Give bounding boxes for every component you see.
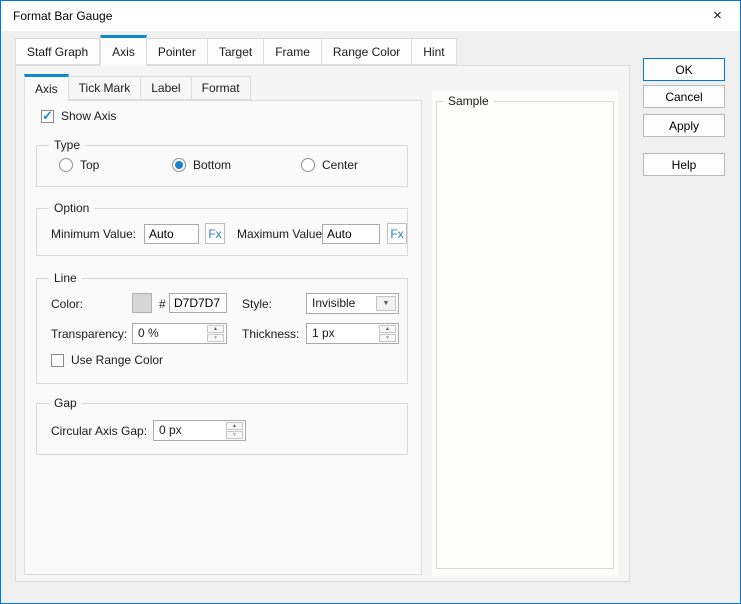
thickness-label: Thickness: <box>242 327 300 341</box>
tab-pointer[interactable]: Pointer <box>146 38 208 65</box>
subtab-tick-mark[interactable]: Tick Mark <box>68 76 142 100</box>
maximum-value-input[interactable] <box>322 224 380 244</box>
show-axis-checkbox[interactable]: ✓ Show Axis <box>41 107 117 123</box>
spin-down-icon[interactable]: ▼ <box>207 334 224 342</box>
option-group: Option Minimum Value: Fx Maximum Value: … <box>36 201 408 256</box>
sample-group-label: Sample <box>443 94 494 108</box>
sample-group: Sample <box>436 94 614 569</box>
dropdown-arrow-icon[interactable]: ▼ <box>376 296 396 311</box>
titlebar: Format Bar Gauge × <box>1 1 740 31</box>
help-button[interactable]: Help <box>643 153 725 176</box>
gap-group-label: Gap <box>49 396 82 410</box>
circular-axis-gap-label: Circular Axis Gap: <box>51 424 148 438</box>
thickness-spinner[interactable]: 1 px ▲ ▼ <box>306 323 399 344</box>
tab-target[interactable]: Target <box>207 38 265 65</box>
use-range-color-checkbox[interactable]: Use Range Color <box>51 353 163 367</box>
style-dropdown-value: Invisible <box>312 296 356 310</box>
maximum-value-label: Maximum Value: <box>237 227 326 241</box>
transparency-spinner[interactable]: 0 % ▲ ▼ <box>132 323 227 344</box>
spin-buttons: ▲ ▼ <box>379 325 396 342</box>
radio-bottom-label: Bottom <box>193 158 232 172</box>
tab-staff-graph[interactable]: Staff Graph <box>15 38 101 65</box>
check-icon: ✓ <box>42 107 53 123</box>
radio-icon <box>301 158 315 172</box>
minimum-fx-button[interactable]: Fx <box>205 223 225 244</box>
color-swatch[interactable] <box>132 293 152 313</box>
sample-panel: Sample <box>432 91 618 576</box>
main-tab-bar: Staff Graph Axis Pointer Target Frame Ra… <box>15 34 457 66</box>
tab-frame[interactable]: Frame <box>264 38 322 65</box>
spin-buttons: ▲ ▼ <box>226 422 243 439</box>
spin-buttons: ▲ ▼ <box>207 325 224 342</box>
type-group-label: Type <box>49 138 86 152</box>
line-group: Line Color: # Style: Invisible ▼ Transpa… <box>36 271 408 384</box>
gap-group: Gap Circular Axis Gap: 0 px ▲ ▼ <box>36 396 408 455</box>
checkbox-box <box>51 353 64 367</box>
type-radio-bottom[interactable]: Bottom <box>172 158 231 172</box>
minimum-value-label: Minimum Value: <box>51 227 137 241</box>
show-axis-label: Show Axis <box>61 109 117 123</box>
window-title: Format Bar Gauge <box>13 9 113 23</box>
style-label: Style: <box>242 297 273 311</box>
style-dropdown[interactable]: Invisible ▼ <box>306 293 399 314</box>
hash-sign: # <box>159 297 166 311</box>
tab-axis[interactable]: Axis <box>100 35 147 66</box>
axis-tab-page: Axis Tick Mark Label Format ✓ Show Axis … <box>15 65 630 582</box>
type-radio-top[interactable]: Top <box>59 158 99 172</box>
radio-center-label: Center <box>322 158 359 172</box>
ok-button[interactable]: OK <box>643 58 725 81</box>
minimum-value-input[interactable] <box>144 224 199 244</box>
line-group-label: Line <box>49 271 82 285</box>
transparency-value: 0 % <box>138 326 159 340</box>
thickness-value: 1 px <box>312 326 335 340</box>
spin-up-icon[interactable]: ▲ <box>379 325 396 333</box>
radio-top-label: Top <box>80 158 100 172</box>
type-radio-center[interactable]: Center <box>301 158 358 172</box>
option-group-label: Option <box>49 201 95 215</box>
tab-range-color[interactable]: Range Color <box>321 38 413 65</box>
tab-hint[interactable]: Hint <box>412 38 457 65</box>
radio-icon <box>59 158 73 172</box>
maximum-fx-button[interactable]: Fx <box>387 223 407 244</box>
cancel-button[interactable]: Cancel <box>643 85 725 108</box>
apply-button[interactable]: Apply <box>643 114 725 137</box>
transparency-label: Transparency: <box>51 327 128 341</box>
format-bar-gauge-dialog: Format Bar Gauge × Staff Graph Axis Poin… <box>0 0 741 604</box>
spin-down-icon[interactable]: ▼ <box>379 334 396 342</box>
subtab-label[interactable]: Label <box>141 76 192 100</box>
subtab-axis[interactable]: Axis <box>24 74 69 101</box>
subtab-format[interactable]: Format <box>191 76 251 100</box>
spin-up-icon[interactable]: ▲ <box>226 422 243 430</box>
color-label: Color: <box>51 297 84 311</box>
axis-sub-tab-bar: Axis Tick Mark Label Format <box>24 73 251 101</box>
spin-up-icon[interactable]: ▲ <box>207 325 224 333</box>
circular-axis-gap-spinner[interactable]: 0 px ▲ ▼ <box>153 420 246 441</box>
color-hex-input[interactable] <box>169 293 227 313</box>
spin-down-icon[interactable]: ▼ <box>226 431 243 439</box>
axis-sub-tab-page: ✓ Show Axis Type Top Bottom Center Optio… <box>24 100 422 575</box>
use-range-color-label: Use Range Color <box>71 353 164 367</box>
radio-selected-icon <box>172 158 186 172</box>
circular-axis-gap-value: 0 px <box>159 423 182 437</box>
checkbox-box: ✓ <box>41 107 54 123</box>
type-group: Type Top Bottom Center <box>36 138 408 187</box>
close-icon[interactable]: × <box>695 1 740 30</box>
